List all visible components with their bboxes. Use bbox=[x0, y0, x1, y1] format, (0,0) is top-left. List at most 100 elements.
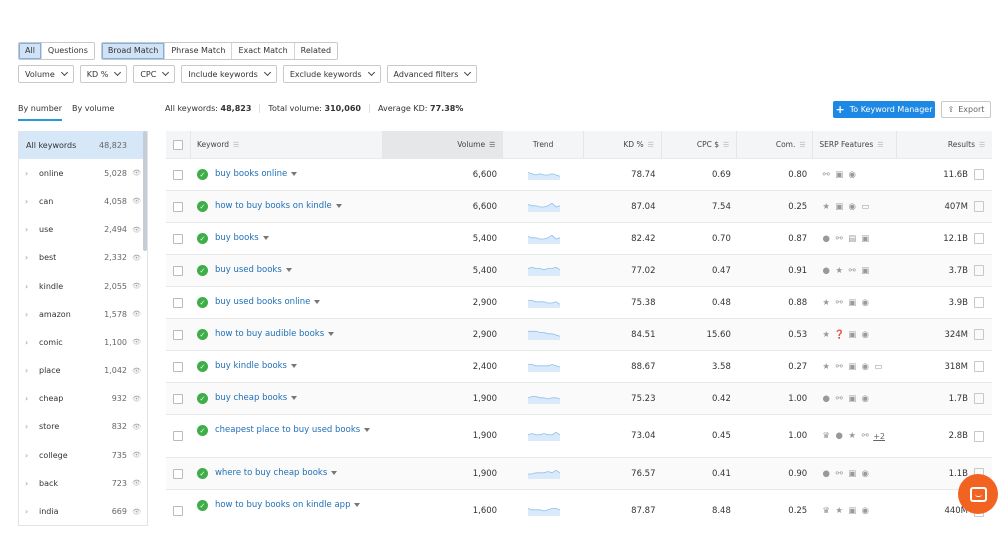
link-icon[interactable]: ⚯ bbox=[834, 469, 844, 479]
eye-icon[interactable]: 👁 bbox=[127, 508, 141, 516]
star-icon[interactable]: ★ bbox=[821, 298, 831, 308]
sidebar-item-online[interactable]: › online 5,028 👁 bbox=[19, 159, 147, 187]
caret-down-icon[interactable] bbox=[291, 171, 298, 176]
header-results[interactable]: Results ☰ bbox=[897, 131, 992, 158]
link-icon[interactable]: ⚯ bbox=[834, 362, 844, 372]
review-icon[interactable]: ▣ bbox=[847, 298, 857, 308]
news-icon[interactable]: ▤ bbox=[847, 234, 857, 244]
row-checkbox[interactable] bbox=[173, 393, 184, 404]
keyword-link[interactable]: where to buy cheap books bbox=[215, 467, 338, 480]
review-icon[interactable]: ▣ bbox=[834, 170, 844, 180]
image-icon[interactable]: ▭ bbox=[873, 362, 883, 372]
row-checkbox[interactable] bbox=[173, 201, 184, 212]
sidebar-item-amazon[interactable]: › amazon 1,578 👁 bbox=[19, 300, 147, 328]
sidebar-item-all-keywords[interactable]: All keywords 48,823 bbox=[19, 131, 147, 160]
pin-icon[interactable]: ● bbox=[821, 394, 831, 404]
serp-snapshot-icon[interactable] bbox=[974, 265, 984, 276]
video-icon[interactable]: ◉ bbox=[847, 202, 857, 212]
eye-icon[interactable]: 👁 bbox=[127, 197, 141, 205]
to-keyword-manager-button[interactable]: + To Keyword Manager bbox=[833, 101, 935, 118]
header-serp-features[interactable]: SERP Features ☰ bbox=[813, 131, 898, 158]
sidebar-item-best[interactable]: › best 2,332 👁 bbox=[19, 244, 147, 272]
serp-snapshot-icon[interactable] bbox=[974, 297, 984, 308]
serp-snapshot-icon[interactable] bbox=[974, 329, 984, 340]
keyword-link[interactable]: buy kindle books bbox=[215, 360, 297, 373]
review-icon[interactable]: ▣ bbox=[834, 202, 844, 212]
video-icon[interactable]: ◉ bbox=[860, 506, 870, 516]
sidebar-item-college[interactable]: › college 735 👁 bbox=[19, 441, 147, 469]
select-all-checkbox[interactable] bbox=[173, 139, 183, 150]
review-icon[interactable]: ▣ bbox=[847, 330, 857, 340]
video-icon[interactable]: ◉ bbox=[860, 362, 870, 372]
row-checkbox[interactable] bbox=[173, 297, 184, 308]
eye-icon[interactable]: 👁 bbox=[127, 423, 141, 431]
eye-icon[interactable]: 👁 bbox=[127, 367, 141, 375]
sidebar-item-store[interactable]: › store 832 👁 bbox=[19, 413, 147, 441]
star-icon[interactable]: ★ bbox=[821, 202, 831, 212]
keyword-link[interactable]: how to buy books on kindle app bbox=[215, 499, 361, 512]
caret-down-icon[interactable] bbox=[328, 331, 335, 336]
sidebar-item-can[interactable]: › can 4,058 👁 bbox=[19, 187, 147, 215]
link-icon[interactable]: ⚯ bbox=[860, 431, 870, 441]
crown-icon[interactable]: ♛ bbox=[821, 431, 831, 441]
caret-down-icon[interactable] bbox=[262, 235, 269, 240]
volume-filter[interactable]: Volume bbox=[18, 65, 74, 83]
eye-icon[interactable]: 👁 bbox=[127, 282, 141, 290]
chat-widget-button[interactable] bbox=[958, 474, 998, 514]
sidebar-item-india[interactable]: › india 669 👁 bbox=[19, 497, 147, 525]
pin-icon[interactable]: ● bbox=[821, 234, 831, 244]
link-icon[interactable]: ⚯ bbox=[834, 234, 844, 244]
link-icon[interactable]: ⚯ bbox=[821, 170, 831, 180]
eye-icon[interactable]: 👁 bbox=[127, 395, 141, 403]
row-checkbox[interactable] bbox=[173, 431, 184, 441]
tab-questions[interactable]: Questions bbox=[41, 43, 94, 59]
keyword-link[interactable]: buy used books bbox=[215, 264, 292, 277]
review-icon[interactable]: ▣ bbox=[860, 266, 870, 276]
caret-down-icon[interactable] bbox=[291, 363, 297, 368]
header-kd[interactable]: KD % ☰ bbox=[584, 131, 662, 158]
star-icon[interactable]: ★ bbox=[834, 266, 844, 276]
keyword-link[interactable]: buy books online bbox=[215, 168, 298, 181]
pin-icon[interactable]: ● bbox=[834, 431, 844, 441]
row-checkbox[interactable] bbox=[173, 468, 184, 479]
eye-icon[interactable]: 👁 bbox=[127, 169, 141, 177]
row-checkbox[interactable] bbox=[173, 329, 184, 340]
question-icon[interactable]: ❓ bbox=[834, 330, 845, 340]
eye-icon[interactable]: 👁 bbox=[127, 338, 141, 346]
link-icon[interactable]: ⚯ bbox=[834, 394, 844, 404]
image-icon[interactable]: ▭ bbox=[860, 202, 870, 212]
header-cpc[interactable]: CPC $ ☰ bbox=[662, 131, 738, 158]
link-icon[interactable]: ⚯ bbox=[847, 266, 857, 276]
caret-down-icon[interactable] bbox=[364, 427, 371, 432]
tab-broad-match[interactable]: Broad Match bbox=[101, 43, 166, 59]
link-icon[interactable]: ⚯ bbox=[834, 298, 844, 308]
row-checkbox[interactable] bbox=[173, 506, 184, 516]
star-icon[interactable]: ★ bbox=[821, 330, 831, 340]
caret-down-icon[interactable] bbox=[314, 299, 321, 304]
video-icon[interactable]: ◉ bbox=[847, 170, 857, 180]
serp-snapshot-icon[interactable] bbox=[974, 233, 984, 244]
pin-icon[interactable]: ● bbox=[821, 266, 831, 276]
row-checkbox[interactable] bbox=[173, 169, 184, 180]
eye-icon[interactable]: 👁 bbox=[127, 451, 141, 459]
export-button[interactable]: ⇪ Export bbox=[941, 101, 991, 118]
more-serp-features-link[interactable]: +2 bbox=[873, 432, 885, 441]
keyword-link[interactable]: buy used books online bbox=[215, 296, 321, 309]
sidebar-item-comic[interactable]: › comic 1,100 👁 bbox=[19, 328, 147, 356]
caret-down-icon[interactable] bbox=[354, 502, 361, 507]
tab-all[interactable]: All bbox=[19, 43, 42, 59]
sidebar-item-place[interactable]: › place 1,042 👁 bbox=[19, 357, 147, 385]
tab-by-volume[interactable]: By volume bbox=[72, 104, 114, 121]
eye-icon[interactable]: 👁 bbox=[127, 254, 141, 262]
row-checkbox[interactable] bbox=[173, 233, 184, 244]
sidebar-item-kindle[interactable]: › kindle 2,055 👁 bbox=[19, 272, 147, 300]
keyword-link[interactable]: how to buy books on kindle bbox=[215, 200, 342, 213]
caret-down-icon[interactable] bbox=[285, 267, 292, 272]
sidebar-item-back[interactable]: › back 723 👁 bbox=[19, 469, 147, 497]
pin-icon[interactable]: ● bbox=[821, 469, 831, 479]
serp-snapshot-icon[interactable] bbox=[974, 169, 984, 180]
header-com[interactable]: Com. ☰ bbox=[737, 131, 814, 158]
serp-snapshot-icon[interactable] bbox=[974, 361, 984, 372]
star-icon[interactable]: ★ bbox=[821, 362, 831, 372]
keyword-link[interactable]: cheapest place to buy used books bbox=[215, 424, 371, 437]
